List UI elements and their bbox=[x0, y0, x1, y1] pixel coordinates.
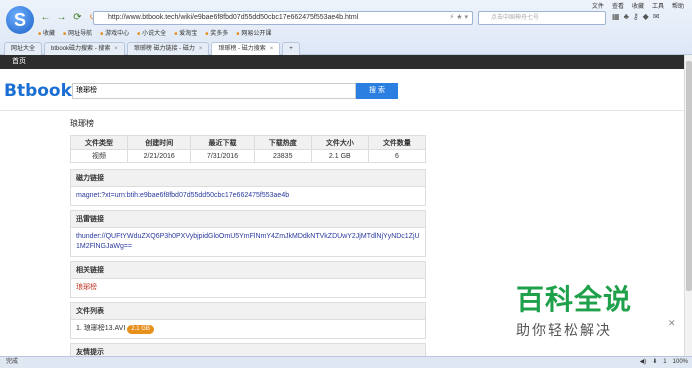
watermark: 百科全说 助你轻松解决 bbox=[516, 278, 666, 340]
speaker-icon[interactable]: ◀) bbox=[640, 357, 647, 368]
file-info-table: 文件类型 创建时间 最近下载 下载热度 文件大小 文件数量 视频 2/21/20… bbox=[69, 135, 427, 163]
table-header: 文件大小 bbox=[310, 135, 369, 150]
list-item: 1. 琅琊榜13.AVI 2.1 GB bbox=[71, 320, 425, 338]
related-link[interactable]: 琅琊榜 bbox=[71, 279, 425, 297]
menu-view[interactable]: 查看 bbox=[612, 1, 624, 10]
menu-tools[interactable]: 工具 bbox=[652, 1, 664, 10]
browser-logo: S bbox=[6, 6, 34, 34]
main-content: 琅琊榜 文件类型 创建时间 最近下载 下载热度 文件大小 文件数量 视频 2/2… bbox=[69, 118, 427, 365]
toolbar-icons: ▦ ♣ ⚷ ◆ ✉ bbox=[612, 12, 660, 21]
top-menu: 文件 查看 收藏 工具 帮助 bbox=[592, 1, 684, 10]
zoom-level[interactable]: 100% bbox=[673, 357, 688, 368]
menu-help[interactable]: 帮助 bbox=[672, 1, 684, 10]
thunder-link[interactable]: thunder://QUFtYWduZXQ6P3h0PXVybjpidGloOm… bbox=[71, 228, 425, 256]
bookmark-item[interactable]: 游戏中心 bbox=[100, 28, 129, 37]
close-icon[interactable]: ✕ bbox=[668, 318, 676, 329]
bookmark-item[interactable]: 爱淘宝 bbox=[174, 28, 197, 37]
forward-arrow-icon[interactable]: → bbox=[56, 12, 67, 23]
page-title: 琅琊榜 bbox=[70, 119, 94, 128]
nav-home-link[interactable]: 首页 bbox=[12, 58, 26, 65]
tab-home[interactable]: 网址大全 bbox=[4, 42, 43, 55]
related-panel: 相关链接 琅琊榜 bbox=[70, 261, 426, 298]
search-placeholder: 点击中国神舟七号 bbox=[491, 15, 540, 21]
back-arrow-icon[interactable]: ← bbox=[40, 12, 51, 23]
browser-chrome: S 文件 查看 收藏 工具 帮助 ← → ⟳ ↺ http://www.btbo… bbox=[0, 0, 692, 55]
bookmark-item[interactable]: 奖多多 bbox=[205, 28, 228, 37]
file-name: 1. 琅琊榜13.AVI bbox=[76, 325, 126, 332]
table-cell: 2.1 GB bbox=[310, 149, 369, 163]
table-cell: 6 bbox=[367, 149, 427, 163]
status-bar: 完成 ◀) ⬇ 1 100% bbox=[0, 356, 692, 368]
close-icon[interactable]: × bbox=[199, 46, 203, 52]
grid-icon[interactable]: ▦ bbox=[612, 12, 620, 21]
table-header: 创建时间 bbox=[127, 135, 192, 150]
tab-strip: 网址大全 btbook磁力搜索 - 搜索 × 琅琊榜 磁力链接 - 磁力 × 琅琊榜… bbox=[0, 40, 692, 55]
status-right: ◀) ⬇ 1 100% bbox=[640, 357, 688, 368]
tab-active[interactable]: 琅琊榜 - 磁力搜索 × bbox=[211, 42, 281, 55]
magnet-panel: 磁力链接 magnet:?xt=urn:btih:e9bae6f8fbd07d5… bbox=[70, 169, 426, 206]
table-header-row: 文件类型 创建时间 最近下载 下载热度 文件大小 文件数量 bbox=[69, 135, 427, 150]
download-icon[interactable]: ⬇ bbox=[652, 357, 657, 368]
close-icon[interactable]: × bbox=[114, 46, 118, 52]
magnet-link[interactable]: magnet:?xt=urn:btih:e9bae6f8fbd07d55dd50… bbox=[71, 187, 425, 205]
site-header: Btbook 琅琊榜 搜 索 bbox=[0, 69, 684, 111]
watermark-subtitle: 助你轻松解决 bbox=[516, 322, 612, 338]
table-header: 文件数量 bbox=[367, 135, 427, 150]
site-nav: 首页 bbox=[0, 55, 684, 69]
close-icon[interactable]: × bbox=[270, 46, 274, 52]
table-cell: 2/21/2016 bbox=[127, 149, 192, 163]
thunder-panel: 迅雷链接 thunder://QUFtYWduZXQ6P3h0PXVybjpid… bbox=[70, 210, 426, 257]
magnet-heading: 磁力链接 bbox=[71, 170, 425, 187]
watermark-title: 百科全说 bbox=[516, 283, 633, 316]
table-cell: 视频 bbox=[69, 149, 129, 163]
table-header: 下载热度 bbox=[253, 135, 312, 150]
files-heading: 文件列表 bbox=[71, 303, 425, 320]
refresh-icon[interactable]: ⟳ bbox=[72, 12, 83, 23]
star-icon[interactable]: ⚡ ★ ▾ bbox=[449, 12, 468, 24]
menu-file[interactable]: 文件 bbox=[592, 1, 604, 10]
url-text: http://www.btbook.tech/wiki/e9bae6f8fbd0… bbox=[108, 14, 359, 21]
vertical-scrollbar[interactable] bbox=[684, 55, 692, 356]
size-badge: 2.1 GB bbox=[127, 325, 154, 334]
status-text: 完成 bbox=[6, 359, 19, 365]
files-panel: 文件列表 1. 琅琊榜13.AVI 2.1 GB bbox=[70, 302, 426, 339]
scroll-thumb[interactable] bbox=[686, 61, 692, 291]
mail-icon[interactable]: ✉ bbox=[653, 12, 660, 21]
table-cell: 23835 bbox=[253, 149, 312, 163]
menu-favorites[interactable]: 收藏 bbox=[632, 1, 644, 10]
key-icon[interactable]: ⚷ bbox=[633, 12, 639, 21]
table-row: 视频 2/21/2016 7/31/2016 23835 2.1 GB 6 bbox=[69, 149, 427, 163]
search-input[interactable]: 琅琊榜 bbox=[72, 83, 356, 99]
badge-count: 1 bbox=[663, 359, 667, 365]
tab-magnet[interactable]: 琅琊榜 磁力链接 - 磁力 × bbox=[126, 42, 210, 55]
related-heading: 相关链接 bbox=[71, 262, 425, 279]
extensions-icon[interactable]: ♣ bbox=[624, 12, 629, 21]
bookmark-item[interactable]: 收藏 bbox=[38, 28, 55, 37]
shield-icon[interactable]: ◆ bbox=[643, 12, 649, 21]
bookmarks-bar: 收藏 网址导航 游戏中心 小说大全 爱淘宝 奖多多 网易公开课 bbox=[38, 28, 271, 37]
search-button[interactable]: 搜 索 bbox=[356, 83, 398, 99]
thunder-heading: 迅雷链接 bbox=[71, 211, 425, 228]
bookmark-item[interactable]: 网易公开课 bbox=[236, 28, 271, 37]
bookmark-item[interactable]: 网址导航 bbox=[63, 28, 92, 37]
table-header: 文件类型 bbox=[69, 135, 129, 150]
tab-search[interactable]: btbook磁力搜索 - 搜索 × bbox=[44, 42, 125, 55]
browser-search-input[interactable]: 点击中国神舟七号 bbox=[478, 11, 606, 25]
address-bar[interactable]: http://www.btbook.tech/wiki/e9bae6f8fbd0… bbox=[93, 11, 473, 25]
table-cell: 7/31/2016 bbox=[190, 149, 255, 163]
nav-buttons: ← → ⟳ ↺ bbox=[40, 12, 99, 23]
site-logo[interactable]: Btbook bbox=[4, 81, 72, 101]
new-tab-button[interactable]: + bbox=[282, 42, 300, 55]
table-header: 最近下载 bbox=[190, 135, 255, 150]
bookmark-item[interactable]: 小说大全 bbox=[137, 28, 166, 37]
